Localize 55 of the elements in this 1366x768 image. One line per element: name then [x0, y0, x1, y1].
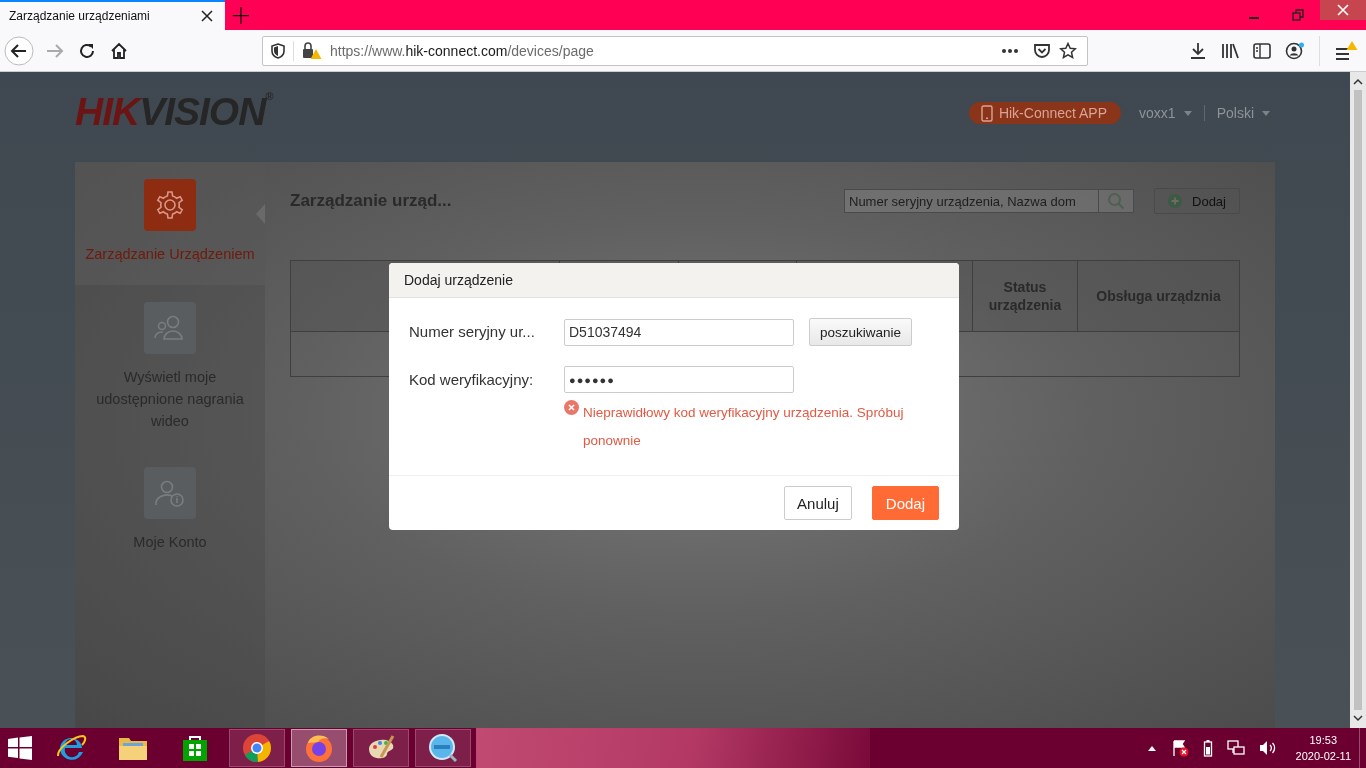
user-dropdown[interactable]: voxx1 [1139, 105, 1192, 121]
taskbar-app[interactable] [229, 729, 285, 767]
browser-tab[interactable]: Zarządzanie urządzeniami [0, 0, 225, 30]
pocket-icon[interactable] [1033, 42, 1051, 59]
taskbar-app[interactable] [353, 729, 409, 767]
tray-arrow-icon[interactable] [1146, 744, 1157, 752]
language-dropdown[interactable]: Polski [1216, 105, 1270, 121]
lock-warning-icon[interactable] [302, 41, 322, 60]
account-info-icon [153, 478, 187, 508]
dialog-title: Dodaj urządzenie [404, 272, 513, 288]
taskbar-app[interactable] [415, 729, 471, 767]
volume-icon[interactable] [1258, 740, 1277, 756]
error-message: Nieprawidłowy kod weryfikacyjny urządzenia. Spróbuj ponownie [583, 404, 905, 450]
more-icon[interactable] [1001, 47, 1019, 54]
add-button[interactable]: Dodaj [1154, 188, 1240, 214]
add-button[interactable]: Dodaj [871, 486, 939, 520]
cancel-button[interactable]: Anuluj [784, 486, 852, 520]
sidebar-icon[interactable] [1253, 42, 1271, 59]
plus-circle-icon [1168, 194, 1182, 208]
password-field[interactable]: ●●●●●● [564, 366, 794, 393]
new-tab-button[interactable]: + [225, 0, 257, 30]
close-icon[interactable] [201, 10, 213, 22]
home-icon[interactable] [110, 41, 128, 60]
scroll-down-icon[interactable] [1353, 714, 1363, 722]
search-field[interactable]: Numer seryjny urządzenia, Nazwa dom [844, 189, 1134, 213]
search-button[interactable]: poszukiwanie [809, 318, 913, 346]
menu-icon[interactable] [1334, 39, 1358, 62]
serial-number-field[interactable]: D51037494 [564, 318, 794, 346]
network-icon[interactable] [1226, 739, 1245, 757]
field-label: Numer seryjny ur... [409, 322, 536, 342]
chrome-icon [242, 733, 272, 763]
store-icon [181, 734, 209, 762]
reload-icon[interactable] [78, 41, 96, 60]
url-text: https://www.hik-connect.com/devices/page [330, 42, 594, 59]
account-icon[interactable] [1285, 41, 1305, 60]
restore-icon[interactable] [1292, 9, 1304, 21]
scrollbar-thumb[interactable] [1354, 90, 1362, 710]
error-icon [564, 400, 579, 415]
flag-icon[interactable] [1170, 739, 1189, 757]
app-download-button[interactable]: Hik-Connect APP [968, 102, 1122, 124]
star-icon[interactable] [1059, 41, 1077, 60]
address-bar[interactable]: https://www.hik-connect.com/devices/page [262, 35, 1088, 66]
scroll-up-icon[interactable] [1353, 78, 1363, 86]
shield-icon[interactable] [271, 42, 285, 59]
close-window-button[interactable] [1320, 0, 1366, 20]
back-icon[interactable] [4, 35, 34, 66]
download-icon[interactable] [1189, 41, 1207, 60]
library-icon[interactable] [1221, 42, 1239, 59]
firefox-icon [304, 733, 334, 763]
battery-icon[interactable] [1202, 739, 1213, 757]
phone-icon [980, 104, 993, 122]
field-label: Kod weryfikacyjny: [409, 370, 535, 390]
clock[interactable]: 19:53 2020-02-11 [1295, 732, 1351, 764]
windows-start-icon[interactable] [7, 735, 33, 761]
magnifier-icon [428, 733, 458, 763]
